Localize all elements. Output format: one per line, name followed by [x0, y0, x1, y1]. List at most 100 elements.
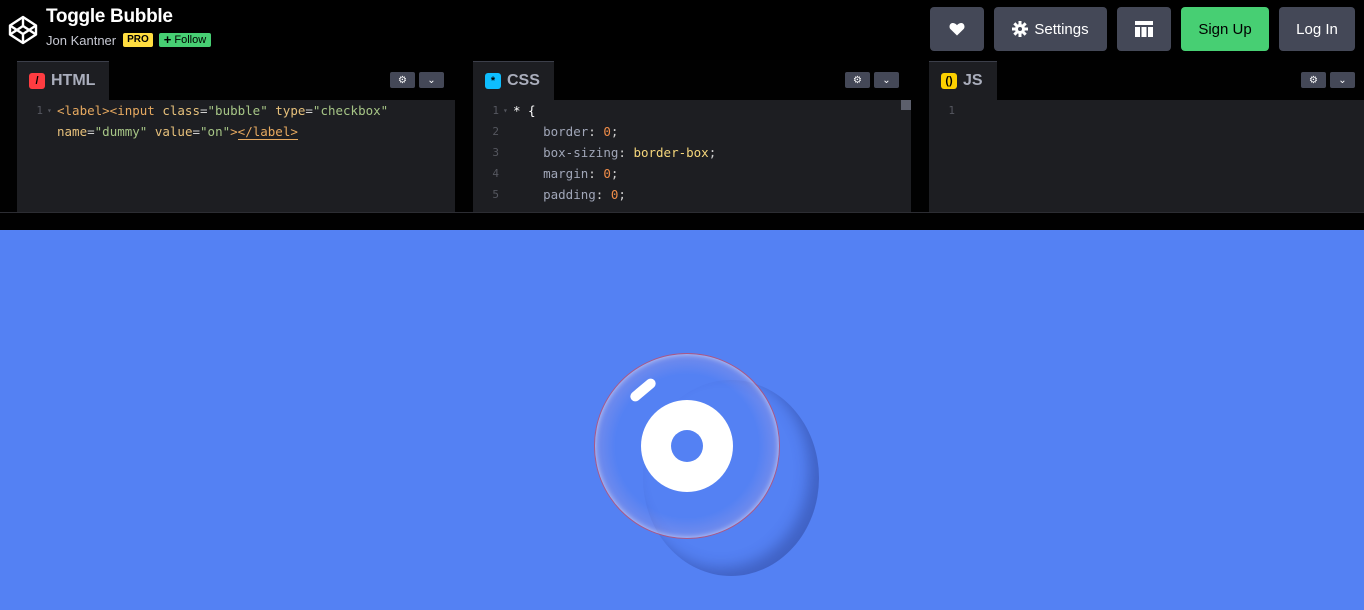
css-settings-button[interactable]: ⚙: [845, 72, 870, 88]
change-view-button[interactable]: [1117, 7, 1171, 51]
plus-icon: +: [163, 32, 172, 47]
result-preview: [0, 230, 1364, 610]
line-number: 3: [492, 146, 499, 159]
code-token: :: [595, 187, 611, 202]
settings-button[interactable]: Settings: [994, 7, 1107, 51]
html-collapse-button[interactable]: ⌄: [419, 72, 444, 88]
html-code-area[interactable]: 1 ▾ <label><input class = "bubble" type = "che…: [17, 100, 455, 212]
code-token: value: [154, 124, 193, 139]
code-token: 0: [603, 166, 611, 181]
js-editor-panel: () JS ⚙ ⌄ 1: [929, 61, 1364, 212]
code-token: ;: [618, 187, 626, 202]
html-icon: /: [29, 73, 45, 89]
gear-icon: ⚙: [853, 74, 862, 86]
code-token: name: [57, 124, 88, 139]
code-token: 0: [610, 187, 619, 202]
code-token: <label><input: [57, 103, 163, 118]
follow-button[interactable]: + Follow: [158, 32, 212, 47]
code-token: :: [588, 166, 604, 181]
code-token: border: [543, 124, 589, 139]
code-token: </label>: [237, 123, 298, 140]
layout-icon: [1135, 21, 1153, 37]
code-token: =: [200, 103, 208, 118]
code-token: * {: [513, 103, 536, 118]
line-number: 1: [492, 104, 499, 117]
html-editor-panel: / HTML ⚙ ⌄ 1 ▾ <label><input class = "bubble…: [17, 61, 455, 212]
html-editor-tools: ⚙ ⌄: [390, 72, 444, 88]
js-code-area[interactable]: 1: [929, 100, 1364, 212]
code-token: "on": [200, 124, 231, 139]
code-line: 3 box-sizing: border-box;: [473, 142, 911, 163]
fold-arrow-icon[interactable]: ▾: [47, 106, 57, 115]
pro-badge[interactable]: PRO: [123, 33, 153, 47]
gear-icon: ⚙: [398, 74, 407, 86]
css-editor-tools: ⚙ ⌄: [845, 72, 899, 88]
line-number: 4: [492, 167, 499, 180]
code-line: name = "dummy" value = "on" > </label>: [17, 121, 455, 142]
chevron-down-icon: ⌄: [882, 74, 891, 86]
code-line: 2 border: 0;: [473, 121, 911, 142]
code-token: :: [618, 145, 634, 160]
pen-title: Toggle Bubble: [46, 6, 173, 27]
js-editor-header: () JS ⚙ ⌄: [929, 61, 1364, 100]
donut-hole: [671, 430, 703, 462]
js-icon: (): [941, 73, 957, 89]
author-link[interactable]: Jon Kantner: [46, 33, 116, 48]
code-line: 1 ▾ <label><input class = "bubble" type = "che…: [17, 100, 455, 121]
code-token: border-box: [633, 145, 709, 160]
chevron-down-icon: ⌄: [427, 74, 436, 86]
line-number: 1: [36, 104, 43, 117]
js-settings-button[interactable]: ⚙: [1301, 72, 1326, 88]
editor-panels: / HTML ⚙ ⌄ 1 ▾ <label><input class = "bubble…: [0, 61, 1364, 212]
byline: Jon Kantner PRO + Follow: [46, 32, 212, 48]
code-token: box-sizing: [543, 145, 619, 160]
tab-html[interactable]: / HTML: [17, 61, 110, 100]
code-token: ;: [610, 166, 619, 181]
code-line: 1 ▾ * {: [473, 100, 911, 121]
css-editor-header: * CSS ⚙ ⌄: [473, 61, 911, 100]
tab-css-label: CSS: [507, 72, 540, 89]
settings-label: Settings: [1034, 20, 1089, 38]
code-token: padding: [543, 187, 596, 202]
follow-label: Follow: [174, 34, 207, 46]
code-token: "checkbox": [312, 103, 389, 118]
chevron-down-icon: ⌄: [1338, 74, 1347, 86]
top-header: Toggle Bubble Jon Kantner PRO + Follow S…: [0, 0, 1364, 60]
js-editor-tools: ⚙ ⌄: [1301, 72, 1355, 88]
code-token: 0: [603, 124, 611, 139]
css-collapse-button[interactable]: ⌄: [874, 72, 899, 88]
log-in-button[interactable]: Log In: [1279, 7, 1355, 51]
js-collapse-button[interactable]: ⌄: [1330, 72, 1355, 88]
resize-handle[interactable]: [0, 212, 1364, 230]
code-line: 5 padding: 0;: [473, 184, 911, 205]
code-line: 4 margin: 0;: [473, 163, 911, 184]
code-token: type: [275, 103, 306, 118]
line-number: 2: [492, 125, 499, 138]
line-number: 5: [492, 188, 499, 201]
line-number: 1: [948, 104, 955, 117]
css-scrollbar[interactable]: [901, 100, 911, 110]
gear-icon: [1012, 21, 1029, 37]
sign-up-button[interactable]: Sign Up: [1181, 7, 1269, 51]
html-settings-button[interactable]: ⚙: [390, 72, 415, 88]
tab-js[interactable]: () JS: [929, 61, 997, 100]
code-token: "bubble": [207, 103, 268, 118]
code-token: =: [305, 103, 313, 118]
html-editor-header: / HTML ⚙ ⌄: [17, 61, 455, 100]
love-button[interactable]: [930, 7, 984, 51]
css-code-area[interactable]: 1 ▾ * {2 border: 0; 3 box-sizing: border-bo…: [473, 100, 911, 212]
code-token: >: [230, 124, 238, 139]
css-editor-panel: * CSS ⚙ ⌄ 1 ▾ * {2 border: 0; 3 box-sizing:…: [473, 61, 911, 212]
css-icon: *: [485, 73, 501, 89]
gear-icon: ⚙: [1309, 74, 1318, 86]
codepen-logo-icon[interactable]: [7, 14, 39, 46]
tab-css[interactable]: * CSS: [473, 61, 554, 100]
code-token: =: [192, 124, 201, 139]
fold-arrow-icon[interactable]: ▾: [503, 106, 513, 115]
